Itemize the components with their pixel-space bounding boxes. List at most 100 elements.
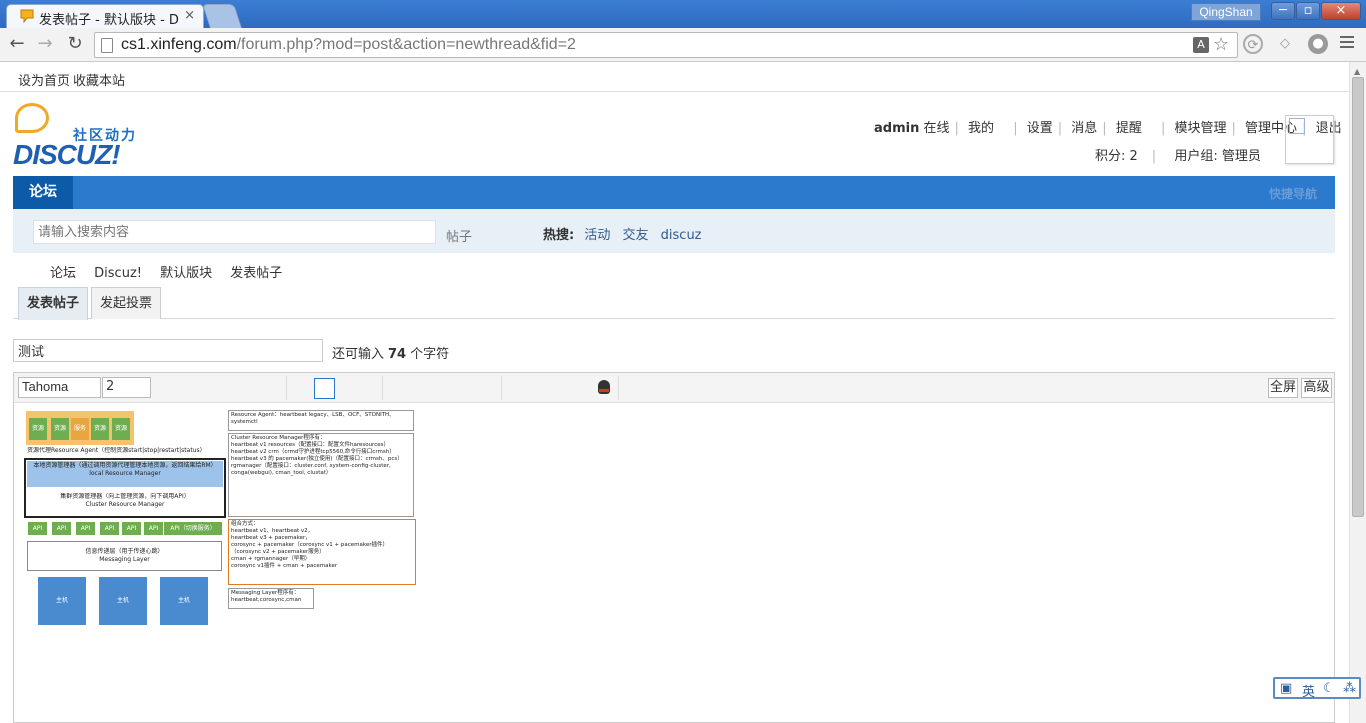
minimize-button[interactable]: ─ xyxy=(1271,2,1295,20)
resource-block: 资源 xyxy=(91,418,109,440)
toolbar-divider xyxy=(382,376,383,400)
host-block: 主机 xyxy=(99,577,147,625)
search-bar: 帖子 热搜: 活动 交友 discuz xyxy=(13,209,1335,253)
browser-titlebar: 发表帖子 - 默认版块 - Dis × QingShan ─ ▫ × xyxy=(0,0,1366,28)
editor-toolbar: Tahoma 2 全屏 高级 xyxy=(14,373,1334,403)
user-nav-my[interactable]: 我的 xyxy=(968,117,994,136)
tab-new-thread[interactable]: 发表帖子 xyxy=(18,287,88,320)
hot-keyword[interactable]: discuz xyxy=(661,228,702,243)
crm-box: 集群资源管理器（向上管理资源，向下调用API） Cluster Resource… xyxy=(27,493,223,515)
embedded-diagram-image[interactable]: 资源 资源 服务 资源 资源 资源代理Resource Agent（控制资源st… xyxy=(24,409,424,634)
hint-after: 个字符 xyxy=(410,347,450,362)
note-messaging-programs: Messaging Layer程序有： heartbeat,corosync,c… xyxy=(228,588,314,609)
url-text: cs1.xinfeng.com/forum.php?mod=post&actio… xyxy=(121,36,576,54)
toolbar-divider xyxy=(618,376,619,400)
resource-block: 资源 xyxy=(112,418,130,440)
extension-refresh-icon[interactable]: ⟳ xyxy=(1243,34,1263,54)
messaging-layer-box: 信息传递层（用于传递心跳） Messaging Layer xyxy=(27,541,222,571)
font-family-select[interactable]: Tahoma xyxy=(18,377,101,398)
bookmark-star-icon[interactable]: ☆ xyxy=(1213,34,1229,55)
set-homepage-link[interactable]: 设为首页 xyxy=(18,70,70,89)
host-block: 主机 xyxy=(160,577,208,625)
bookmark-site-link[interactable]: 收藏本站 xyxy=(73,70,125,89)
user-stats: 积分: 2 | 用户组: 管理员 xyxy=(1095,149,1261,164)
hot-search: 热搜: 活动 交友 discuz xyxy=(543,224,710,243)
ime-logo-icon[interactable]: ▣ xyxy=(1280,681,1292,696)
user-nav-reminders[interactable]: 提醒 xyxy=(1116,117,1142,136)
user-group[interactable]: 用户组: 管理员 xyxy=(1174,149,1261,164)
extension-leaf-icon[interactable]: ● xyxy=(1308,34,1328,54)
post-type-tabs: 发表帖子 发起投票 xyxy=(13,287,1335,320)
url-path: /forum.php?mod=post&action=newthread&fid… xyxy=(236,36,576,53)
extension-shield-icon[interactable]: ◇ xyxy=(1275,34,1295,54)
api-block: API xyxy=(122,522,141,535)
browser-menu-icon[interactable] xyxy=(1340,36,1354,50)
post-editor: Tahoma 2 全屏 高级 资源 资源 服务 资源 资源 资源代理Resour… xyxy=(13,372,1335,723)
reload-icon[interactable]: ↻ xyxy=(64,33,86,55)
ime-mode-label[interactable]: 英 xyxy=(1302,681,1315,700)
user-nav: admin 在线 | 我的 | 设置 | 消息 | 提醒 | 模块管理 | 管理中心 | … xyxy=(874,117,1342,136)
nav-forum-tab[interactable]: 论坛 xyxy=(13,176,73,209)
tab-title: 发表帖子 - 默认版块 - Dis xyxy=(39,13,179,28)
user-nav-messages[interactable]: 消息 xyxy=(1071,117,1097,136)
advanced-mode-button[interactable]: 高级 xyxy=(1301,378,1332,398)
ime-moon-icon[interactable]: ☾ xyxy=(1323,681,1335,696)
fullscreen-button[interactable]: 全屏 xyxy=(1268,378,1298,398)
forward-arrow-icon[interactable]: → xyxy=(34,33,56,55)
maximize-button[interactable]: ▫ xyxy=(1296,2,1320,20)
close-window-button[interactable]: × xyxy=(1321,2,1361,20)
api-block: API xyxy=(100,522,119,535)
breadcrumb-forum[interactable]: 论坛 xyxy=(50,266,76,281)
site-logo[interactable]: 社区动力 DISCUZ! xyxy=(13,103,148,171)
note-crm-programs: Cluster Resource Manager程序有： heartbeat v… xyxy=(228,433,414,517)
hint-before: 还可输入 xyxy=(332,347,385,362)
username-link[interactable]: admin xyxy=(874,121,919,136)
lrm-en-label: local Resource Manager xyxy=(89,470,161,477)
remaining-count: 74 xyxy=(388,347,407,362)
api-block: API xyxy=(144,522,163,535)
address-bar[interactable]: cs1.xinfeng.com/forum.php?mod=post&actio… xyxy=(94,32,1238,58)
tab-close-icon[interactable]: × xyxy=(184,8,195,23)
resource-block: 资源 xyxy=(51,418,69,440)
hot-keyword[interactable]: 活动 xyxy=(584,228,610,243)
online-status: 在线 xyxy=(923,121,950,136)
color-picker-button[interactable] xyxy=(314,378,335,399)
search-input[interactable] xyxy=(33,220,436,244)
user-points[interactable]: 积分: 2 xyxy=(1095,149,1138,164)
breadcrumb-discuz[interactable]: Discuz! xyxy=(94,266,142,281)
translate-icon[interactable]: A xyxy=(1193,37,1209,53)
user-nav-module-admin[interactable]: 模块管理 xyxy=(1175,117,1227,136)
service-block: 服务 xyxy=(71,418,89,440)
ime-punct-icon[interactable]: ⁂ xyxy=(1343,681,1356,696)
search-type-select[interactable]: 帖子 xyxy=(446,226,472,245)
qq-icon[interactable] xyxy=(598,380,610,394)
logo-bubble-icon xyxy=(15,103,49,133)
tab-new-poll[interactable]: 发起投票 xyxy=(91,287,161,319)
quick-nav-link[interactable]: 快捷导航 xyxy=(1269,185,1317,202)
note-combinations: 组合方式： heartbeat v1、heartbeat v2， heartbe… xyxy=(228,519,416,585)
breadcrumb: 论坛 Discuz! 默认版块 发表帖子 xyxy=(50,262,296,281)
messaging-en-label: Messaging Layer xyxy=(99,556,150,563)
avatar[interactable] xyxy=(1285,115,1334,164)
ime-toolbar[interactable]: ▣ 英 ☾ ⁂ xyxy=(1273,677,1361,700)
resource-block: 资源 xyxy=(29,418,47,440)
back-arrow-icon[interactable]: ← xyxy=(6,33,28,55)
browser-tab-active[interactable]: 发表帖子 - 默认版块 - Dis × xyxy=(6,4,204,28)
profile-badge[interactable]: QingShan xyxy=(1191,3,1261,21)
user-nav-settings[interactable]: 设置 xyxy=(1027,117,1053,136)
subject-input[interactable] xyxy=(13,339,323,362)
new-tab-button[interactable] xyxy=(202,4,242,28)
toolbar-divider xyxy=(501,376,502,400)
page-scrollbar[interactable]: ▲ xyxy=(1349,62,1366,723)
scroll-up-arrow-icon[interactable]: ▲ xyxy=(1354,67,1360,76)
api-block: API xyxy=(52,522,71,535)
note-resource-agent: Resource Agent：heartbeat legacy、LSB、OCF、… xyxy=(228,410,414,431)
lrm-box: 本地资源管理器（通过调用资源代理管理本地资源，返回结果给RM） local Re… xyxy=(27,461,223,487)
logo-brand: DISCUZ! xyxy=(13,139,121,170)
host-block: 主机 xyxy=(38,577,86,625)
font-size-select[interactable]: 2 xyxy=(102,377,151,398)
breadcrumb-board[interactable]: 默认版块 xyxy=(160,266,212,281)
scrollbar-thumb[interactable] xyxy=(1352,77,1364,517)
subject-char-hint: 还可输入 74 个字符 xyxy=(332,343,449,362)
hot-keyword[interactable]: 交友 xyxy=(623,228,649,243)
